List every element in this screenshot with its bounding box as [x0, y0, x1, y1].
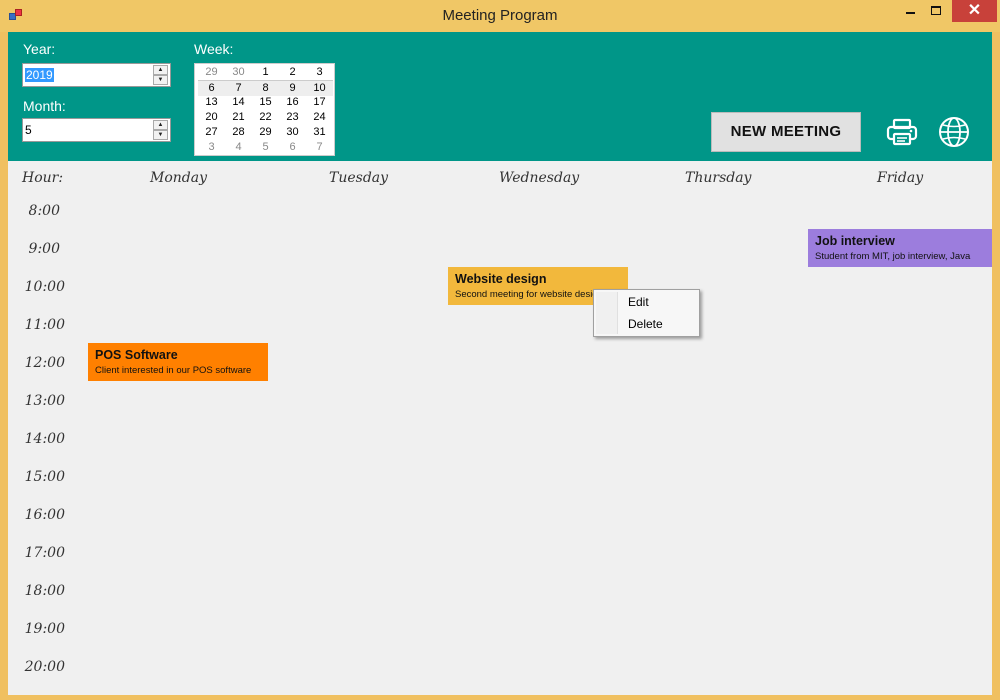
calendar-day[interactable]: 9 — [279, 81, 306, 96]
hour-label: 20:00 — [24, 659, 65, 675]
calendar-day[interactable]: 22 — [252, 110, 279, 125]
hour-label: 9:00 — [28, 241, 60, 257]
hour-label: 12:00 — [24, 355, 65, 371]
calendar-day[interactable]: 2 — [279, 65, 306, 80]
calendar-day[interactable]: 24 — [306, 110, 333, 125]
hour-label: 14:00 — [24, 431, 65, 447]
calendar-day[interactable]: 6 — [279, 140, 306, 155]
window-title: Meeting Program — [442, 7, 558, 24]
calendar-day[interactable]: 20 — [198, 110, 225, 125]
calendar-week-row[interactable]: 29 30 1 2 3 — [198, 65, 333, 80]
calendar-day[interactable]: 1 — [252, 65, 279, 80]
year-stepper[interactable]: 2019 ▲ ▼ — [22, 63, 171, 87]
calendar-day[interactable]: 7 — [225, 81, 252, 96]
context-menu-edit[interactable]: Edit — [628, 295, 649, 309]
day-header-friday: Friday — [877, 170, 924, 186]
context-menu: Edit Delete — [593, 289, 700, 337]
hour-label: 15:00 — [24, 469, 65, 485]
calendar-day[interactable]: 30 — [225, 65, 252, 80]
globe-icon — [939, 117, 969, 147]
hour-label: 11:00 — [24, 317, 65, 333]
hour-label: 19:00 — [24, 621, 65, 637]
calendar-day[interactable]: 28 — [225, 125, 252, 140]
title-bar[interactable]: Meeting Program ✕ — [0, 0, 1000, 32]
calendar-day[interactable]: 8 — [252, 81, 279, 96]
month-up-arrow-icon[interactable]: ▲ — [153, 120, 168, 130]
week-calendar[interactable]: 29 30 1 2 3 6 7 8 9 10 13 14 15 16 17 20 21 22 23 24 27 28 29 3… — [194, 63, 335, 156]
header-panel: Year: 2019 ▲ ▼ Month: 5 ▲ ▼ Week: 29 30 1 2… — [8, 32, 992, 161]
close-button[interactable]: ✕ — [952, 0, 997, 22]
day-header-thursday: Thursday — [685, 170, 752, 186]
hour-label: 16:00 — [24, 507, 65, 523]
app-window: Meeting Program ✕ Year: 2019 ▲ ▼ Month: … — [0, 0, 1000, 700]
hour-column-header: Hour: — [22, 170, 64, 186]
calendar-day[interactable]: 6 — [198, 81, 225, 96]
calendar-day[interactable]: 14 — [225, 95, 252, 110]
print-button[interactable] — [885, 115, 919, 149]
context-menu-gutter — [596, 292, 618, 334]
printer-icon — [886, 118, 918, 146]
client-area: Year: 2019 ▲ ▼ Month: 5 ▲ ▼ Week: 29 30 1 2… — [8, 32, 992, 695]
maximize-icon — [931, 6, 941, 15]
calendar-day[interactable]: 17 — [306, 95, 333, 110]
day-header-tuesday: Tuesday — [329, 170, 389, 186]
calendar-week-row-selected[interactable]: 6 7 8 9 10 — [198, 80, 333, 96]
hour-label: 17:00 — [24, 545, 65, 561]
calendar-day[interactable]: 27 — [198, 125, 225, 140]
minimize-button[interactable] — [896, 0, 924, 22]
month-value[interactable]: 5 — [25, 123, 32, 137]
calendar-day[interactable]: 7 — [306, 140, 333, 155]
hour-label: 18:00 — [24, 583, 65, 599]
hour-label: 13:00 — [24, 393, 65, 409]
calendar-day[interactable]: 13 — [198, 95, 225, 110]
month-label: Month: — [23, 98, 66, 114]
week-label: Week: — [194, 41, 234, 57]
calendar-day[interactable]: 3 — [306, 65, 333, 80]
month-stepper[interactable]: 5 ▲ ▼ — [22, 118, 171, 142]
calendar-day[interactable]: 29 — [198, 65, 225, 80]
calendar-day[interactable]: 23 — [279, 110, 306, 125]
meeting-title: Website design — [455, 272, 547, 286]
calendar-day[interactable]: 30 — [279, 125, 306, 140]
day-header-monday: Monday — [150, 170, 207, 186]
calendar-day[interactable]: 10 — [306, 81, 333, 96]
meeting-description: Student from MIT, job interview, Java — [815, 251, 971, 262]
calendar-week-row[interactable]: 34567 — [198, 140, 333, 155]
context-menu-delete[interactable]: Delete — [628, 317, 663, 331]
calendar-week-row[interactable]: 13 14 15 16 17 — [198, 95, 333, 110]
year-label: Year: — [23, 41, 56, 57]
calendar-week-row[interactable]: 20 21 22 23 24 — [198, 110, 333, 125]
year-up-arrow-icon[interactable]: ▲ — [153, 65, 168, 75]
minimize-icon — [905, 12, 915, 14]
month-down-arrow-icon[interactable]: ▼ — [153, 130, 168, 140]
meeting-description: Client interested in our POS software — [95, 365, 252, 376]
language-button[interactable] — [937, 115, 971, 149]
meeting-title: POS Software — [95, 348, 178, 362]
calendar-day[interactable]: 31 — [306, 125, 333, 140]
day-header-wednesday: Wednesday — [499, 170, 580, 186]
calendar-day[interactable]: 16 — [279, 95, 306, 110]
meeting-card[interactable]: POS Software Client interested in our PO… — [88, 343, 268, 381]
hour-label: 10:00 — [24, 279, 65, 295]
calendar-day[interactable]: 5 — [252, 140, 279, 155]
maximize-button[interactable] — [922, 0, 950, 22]
calendar-day[interactable]: 15 — [252, 95, 279, 110]
calendar-week-row[interactable]: 27 28 29 30 31 — [198, 125, 333, 140]
calendar-day[interactable]: 4 — [225, 140, 252, 155]
year-value[interactable]: 2019 — [25, 68, 54, 82]
calendar-day[interactable]: 21 — [225, 110, 252, 125]
meeting-card[interactable]: Job interview Student from MIT, job inte… — [808, 229, 992, 267]
meeting-title: Job interview — [815, 234, 895, 248]
hour-label: 8:00 — [28, 203, 60, 219]
new-meeting-button[interactable]: NEW MEETING — [711, 112, 861, 152]
year-down-arrow-icon[interactable]: ▼ — [153, 75, 168, 85]
calendar-day[interactable]: 3 — [198, 140, 225, 155]
calendar-day[interactable]: 29 — [252, 125, 279, 140]
